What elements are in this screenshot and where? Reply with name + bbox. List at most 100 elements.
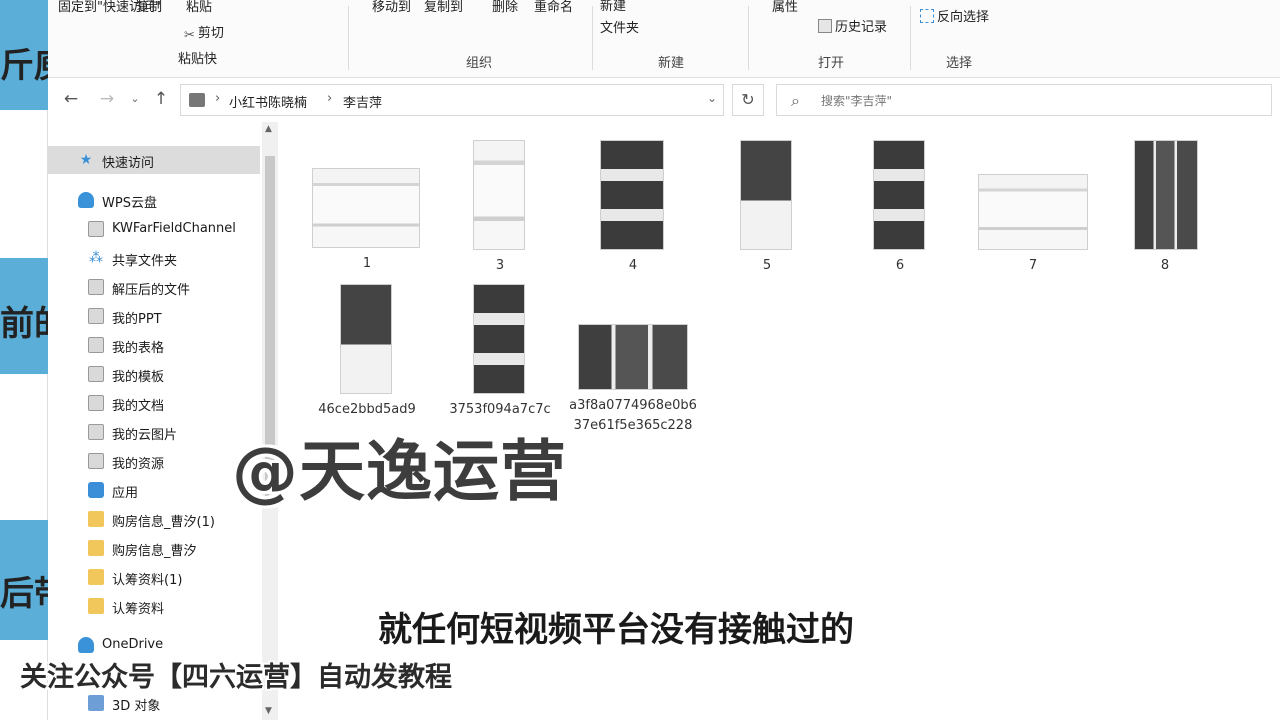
sidebar-item[interactable]: 我的PPT	[48, 302, 260, 330]
subtitle-caption: 就任何短视频平台没有接触过的	[378, 610, 854, 650]
group-label-open: 打开	[818, 56, 845, 71]
group-label-select: 选择	[946, 56, 973, 71]
sidebar-item[interactable]: 认筹资料(1)	[48, 563, 260, 591]
file-item[interactable]: 7	[968, 138, 1098, 278]
file-thumbnail	[600, 140, 664, 250]
file-thumbnail	[578, 324, 688, 390]
sidebar-item-label: 3D 对象	[112, 699, 161, 714]
breadcrumb-separator-icon: ›	[327, 91, 333, 106]
file-item[interactable]: 3753f094a7c7c	[435, 282, 565, 422]
breadcrumb-separator-icon: ›	[215, 91, 221, 106]
star-icon: ★	[79, 152, 93, 168]
screen: 斤庾 前的 后带 固定到"快速访问" 复制 粘贴 ✂ 剪切 粘贴快 移动到 复制到…	[0, 0, 1280, 720]
paste-button[interactable]: 粘贴	[186, 0, 212, 15]
pc-icon	[88, 695, 104, 711]
sidebar-item-label: 共享文件夹	[112, 254, 178, 269]
sidebar-item-label: 我的表格	[112, 341, 165, 356]
sidebar-item[interactable]: 我的表格	[48, 331, 260, 359]
file-item[interactable]: 4	[568, 138, 698, 278]
history-label: 历史记录	[835, 20, 888, 35]
sidebar-item-label: 快速访问	[102, 156, 155, 171]
sidebar-item[interactable]: ⁂ 共享文件夹	[48, 244, 260, 272]
ribbon-divider	[748, 6, 749, 70]
sidebar-item-label: 我的资源	[112, 457, 165, 472]
scroll-up-icon[interactable]: ▲	[265, 124, 272, 134]
paste-shortcut-button[interactable]: 粘贴快	[178, 48, 217, 67]
file-thumbnail	[978, 174, 1088, 250]
copy-to-button[interactable]: 复制到	[424, 0, 463, 15]
file-name-label: 8	[1160, 258, 1170, 273]
address-bar[interactable]: › 小红书陈晓楠 › 李吉萍 ⌄	[180, 84, 724, 116]
sidebar-item-label: 我的模板	[112, 370, 165, 385]
address-dropdown-icon[interactable]: ⌄	[707, 91, 717, 105]
breadcrumb-item[interactable]: 小红书陈晓楠	[229, 92, 307, 111]
share-icon: ⁂	[89, 250, 103, 266]
file-item[interactable]: a3f8a0774968e0b637e61f5e365c228	[568, 282, 698, 433]
history-button[interactable]: 历史记录	[818, 16, 887, 35]
forward-arrow-icon[interactable]: →	[96, 88, 118, 110]
invert-select-icon	[920, 9, 934, 23]
sidebar-item-label: 应用	[112, 486, 139, 501]
sidebar-item[interactable]: WPS云盘	[48, 186, 260, 214]
move-to-button[interactable]: 移动到	[372, 0, 411, 15]
sidebar-item-label: OneDrive	[102, 637, 164, 652]
delete-button[interactable]: 删除	[492, 0, 518, 15]
sidebar-item-label: 我的文档	[112, 399, 165, 414]
file-item[interactable]: 3	[435, 138, 565, 278]
group-label-organize: 组织	[466, 56, 493, 71]
file-thumbnail	[873, 140, 925, 250]
watermark: @天逸运营	[232, 433, 567, 510]
sidebar-item[interactable]: 我的云图片	[48, 418, 260, 446]
copy-button[interactable]: 复制	[136, 0, 162, 15]
file-item[interactable]: 6	[835, 138, 965, 278]
breadcrumb-item[interactable]: 李吉萍	[343, 92, 382, 111]
scroll-down-icon[interactable]: ▼	[265, 706, 272, 716]
search-input[interactable]	[821, 91, 1241, 111]
folder-icon	[88, 598, 104, 614]
file-name-label: 46ce2bbd5ad9	[318, 402, 416, 417]
sidebar-item[interactable]: 我的模板	[48, 360, 260, 388]
sidebar-item[interactable]: 应用	[48, 476, 260, 504]
file-item[interactable]: 5	[702, 138, 832, 278]
folder-icon	[189, 93, 205, 107]
recent-locations-chevron-icon[interactable]: ⌄	[124, 88, 146, 110]
file-item[interactable]: 8	[1100, 138, 1230, 278]
sidebar-item-label: 我的PPT	[112, 312, 162, 327]
properties-button[interactable]: 属性	[772, 0, 798, 15]
history-icon	[818, 19, 832, 33]
invert-selection-button[interactable]: 反向选择	[920, 6, 989, 25]
sidebar-item[interactable]: 购房信息_曹汐	[48, 534, 260, 562]
ribbon-divider	[592, 6, 593, 70]
ribbon: 固定到"快速访问" 复制 粘贴 ✂ 剪切 粘贴快 移动到 复制到 删除 重命名 组…	[48, 0, 1280, 78]
new-folder-button[interactable]: 新建 文件夹	[600, 0, 639, 40]
back-arrow-icon[interactable]: ←	[60, 88, 82, 110]
sidebar-item[interactable]: 认筹资料	[48, 592, 260, 620]
file-item[interactable]: 1	[302, 138, 432, 278]
rename-button[interactable]: 重命名	[534, 0, 573, 15]
refresh-icon[interactable]: ↻	[732, 84, 764, 116]
file-thumbnail	[473, 284, 525, 394]
search-box[interactable]: ⌕	[776, 84, 1272, 116]
up-arrow-icon[interactable]: ↑	[150, 88, 172, 110]
sidebar-item[interactable]: 我的资源	[48, 447, 260, 475]
file-item[interactable]: 46ce2bbd5ad9	[302, 282, 432, 422]
file-name-label: 5	[762, 258, 772, 273]
cloud-icon	[78, 637, 94, 653]
file-name-label: 3753f094a7c7c	[449, 402, 551, 417]
sidebar-item[interactable]: 购房信息_曹汐(1)	[48, 505, 260, 533]
promo-caption: 关注公众号【四六运营】自动发教程	[20, 662, 452, 693]
sidebar-item-label: KWFarFieldChannel	[112, 221, 236, 236]
sidebar-item-label: 认筹资料	[112, 602, 165, 617]
file-thumbnail	[340, 284, 392, 394]
sidebar-item[interactable]: ★ 快速访问	[48, 146, 260, 174]
cloud-icon	[78, 192, 94, 208]
cut-button[interactable]: ✂ 剪切	[184, 22, 224, 43]
file-icon	[88, 424, 104, 440]
ribbon-divider	[348, 6, 349, 70]
file-name-label: 6	[895, 258, 905, 273]
folder-icon	[88, 540, 104, 556]
sidebar-item[interactable]: 解压后的文件	[48, 273, 260, 301]
sidebar-item[interactable]: KWFarFieldChannel	[48, 215, 260, 243]
file-name-label: 3	[495, 258, 505, 273]
sidebar-item[interactable]: 我的文档	[48, 389, 260, 417]
